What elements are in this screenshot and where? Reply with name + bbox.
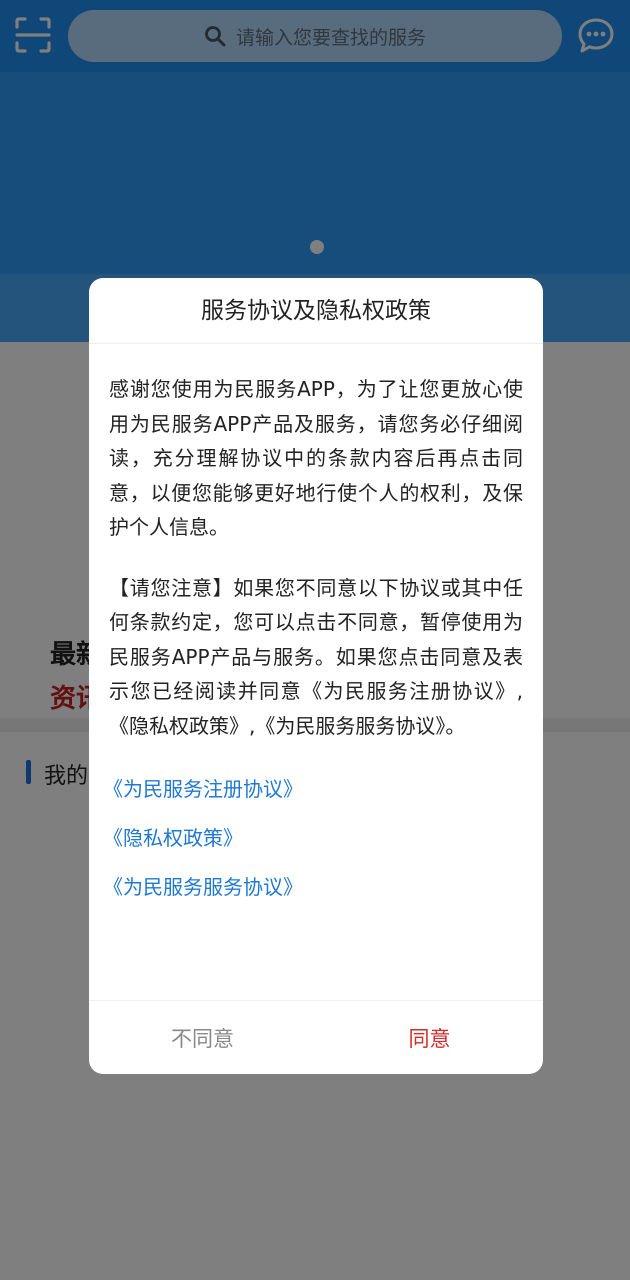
app-screen: 请输入您要查找的服务 最新 资讯 我的 服务协议及隐私权政策 感谢您使用为民服务… <box>0 0 630 1280</box>
agree-button[interactable]: 同意 <box>316 1001 543 1074</box>
link-privacy-policy[interactable]: 《隐私权政策》 <box>103 822 523 854</box>
disagree-button[interactable]: 不同意 <box>89 1001 316 1074</box>
dialog-title: 服务协议及隐私权政策 <box>89 278 543 344</box>
privacy-dialog: 服务协议及隐私权政策 感谢您使用为民服务APP，为了让您更放心使用为民服务APP… <box>89 278 543 1074</box>
link-service-agreement[interactable]: 《为民服务服务协议》 <box>103 871 523 903</box>
agreement-links: 《为民服务注册协议》 《隐私权政策》 《为民服务服务协议》 <box>103 773 523 903</box>
link-registration-agreement[interactable]: 《为民服务注册协议》 <box>103 773 523 805</box>
dialog-body: 感谢您使用为民服务APP，为了让您更放心使用为民服务APP产品及服务，请您务必仔… <box>89 344 543 903</box>
dialog-paragraph-notice: 【请您注意】如果您不同意以下协议或其中任何条款约定，您可以点击不同意，暂停使用为… <box>109 575 523 738</box>
dialog-footer: 不同意 同意 <box>89 1000 543 1074</box>
dialog-paragraph-intro: 感谢您使用为民服务APP，为了让您更放心使用为民服务APP产品及服务，请您务必仔… <box>109 377 523 539</box>
